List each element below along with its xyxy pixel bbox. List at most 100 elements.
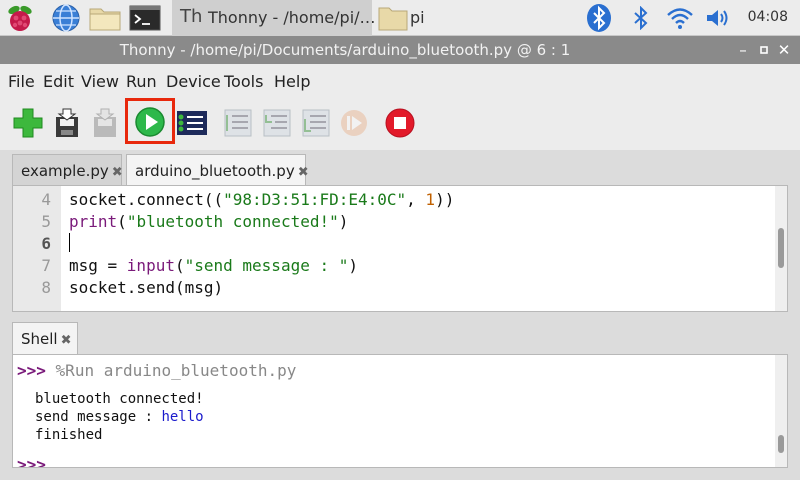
- tab-arduino-bluetooth-py[interactable]: arduino_bluetooth.py ✖: [126, 154, 309, 185]
- step-into-button[interactable]: [258, 104, 296, 142]
- code-token: ,: [406, 190, 426, 209]
- scrollbar-thumb[interactable]: [778, 228, 784, 268]
- bluetooth-icon[interactable]: [585, 3, 613, 33]
- run-button[interactable]: [125, 98, 175, 144]
- line-number: 8: [41, 278, 51, 297]
- step-into-icon: [263, 109, 291, 137]
- taskbar-item-pi[interactable]: pi: [374, 0, 574, 36]
- code-token: ): [348, 256, 359, 275]
- menu-help[interactable]: Help: [274, 72, 310, 91]
- code-builtin: input: [126, 256, 175, 275]
- new-file-button[interactable]: [9, 104, 47, 142]
- maximize-icon[interactable]: [754, 40, 774, 60]
- line-number-gutter: 4 5 6 7 8: [13, 186, 61, 311]
- window-title: Thonny - /home/pi/Documents/arduino_blue…: [119, 41, 571, 59]
- code-token: socket.send(msg): [69, 278, 224, 297]
- shell-run-line: >>> %Run arduino_bluetooth.py: [17, 361, 296, 380]
- code-token: msg =: [69, 256, 127, 275]
- shell-next-prompt[interactable]: >>>: [17, 455, 46, 467]
- code-string: "send message : ": [184, 256, 349, 275]
- code-line: print("bluetooth connected!"): [69, 212, 348, 231]
- menu-file[interactable]: File: [8, 72, 35, 91]
- volume-icon[interactable]: [704, 6, 732, 30]
- shell-run-command: %Run arduino_bluetooth.py: [55, 361, 297, 380]
- shell-output-line: send message : hello: [35, 409, 204, 425]
- shell-output-text: send message :: [35, 409, 162, 425]
- wifi-icon[interactable]: [666, 6, 694, 30]
- scrollbar-thumb[interactable]: [778, 435, 784, 453]
- thonny-app-icon: Th: [180, 6, 203, 27]
- toolbar: [0, 98, 800, 150]
- save-as-button[interactable]: [86, 104, 124, 142]
- window-title-bar[interactable]: Thonny - /home/pi/Documents/arduino_blue…: [0, 36, 800, 64]
- tab-label: arduino_bluetooth.py: [135, 162, 295, 180]
- terminal-icon[interactable]: [128, 2, 162, 34]
- tab-close-icon[interactable]: ✖: [112, 165, 123, 180]
- code-editor[interactable]: 4 5 6 7 8 socket.connect(("98:D3:51:FD:E…: [12, 185, 788, 312]
- editor-scrollbar[interactable]: [775, 186, 787, 311]
- shell-user-input: hello: [161, 409, 204, 425]
- tab-label: Shell: [21, 330, 58, 348]
- menu-tools[interactable]: Tools: [224, 72, 263, 91]
- new-icon: [13, 108, 43, 138]
- menu-edit[interactable]: Edit: [43, 72, 74, 91]
- clock[interactable]: 04:08: [748, 9, 788, 25]
- stop-icon: [385, 108, 415, 138]
- step-over-icon: [224, 109, 252, 137]
- step-out-icon: [302, 109, 330, 137]
- shell-prompt: >>>: [17, 361, 46, 380]
- shell-scrollbar[interactable]: [775, 355, 787, 467]
- code-line: socket.send(msg): [69, 278, 223, 297]
- save-icon: [56, 108, 78, 137]
- code-line: socket.connect(("98:D3:51:FD:E4:0C", 1)): [69, 190, 454, 209]
- line-number: 7: [41, 256, 51, 275]
- tab-close-icon[interactable]: ✖: [61, 333, 72, 348]
- taskbar-item-label: pi: [410, 8, 425, 27]
- code-token: (: [117, 212, 127, 231]
- code-token: )): [435, 190, 455, 209]
- debug-icon: [177, 111, 207, 135]
- step-out-button[interactable]: [297, 104, 335, 142]
- menu-run[interactable]: Run: [126, 72, 157, 91]
- line-number-current: 6: [41, 234, 51, 253]
- web-browser-icon[interactable]: [50, 2, 82, 34]
- menu-device[interactable]: Device: [166, 72, 221, 91]
- stop-button[interactable]: [381, 104, 419, 142]
- code-line: msg = input("send message : "): [69, 256, 358, 275]
- tab-example-py[interactable]: example.py ✖: [12, 154, 123, 185]
- tab-shell[interactable]: Shell ✖: [12, 322, 78, 354]
- code-number: 1: [425, 190, 436, 209]
- code-string: "98:D3:51:FD:E4:0C": [223, 190, 407, 209]
- resume-icon: [341, 110, 367, 136]
- code-token: ): [338, 212, 349, 231]
- shell-console[interactable]: >>> %Run arduino_bluetooth.py bluetooth …: [12, 354, 788, 468]
- code-token: (: [174, 256, 185, 275]
- run-icon: [135, 107, 165, 137]
- code-string: "bluetooth connected!": [126, 212, 339, 231]
- bluetooth-status-icon[interactable]: [632, 6, 650, 30]
- shell-output-line: bluetooth connected!: [35, 391, 204, 407]
- menu-bar: File Edit View Run Device Tools Help: [0, 64, 800, 98]
- folder-icon: [378, 7, 408, 31]
- resume-button[interactable]: [335, 104, 373, 142]
- line-number: 4: [41, 190, 51, 209]
- save-as-icon: [94, 108, 116, 137]
- taskbar-item-label: Thonny - /home/pi/…: [208, 8, 376, 27]
- file-manager-icon[interactable]: [88, 2, 122, 34]
- shell-output-line: finished: [35, 427, 103, 443]
- tab-label: example.py: [21, 162, 109, 180]
- step-over-button[interactable]: [219, 104, 257, 142]
- top-panel: Th Thonny - /home/pi/… pi 04:08: [0, 0, 800, 36]
- save-button[interactable]: [48, 104, 86, 142]
- raspberry-menu-icon[interactable]: [4, 2, 36, 34]
- debug-button[interactable]: [172, 104, 210, 142]
- text-cursor: [69, 233, 70, 252]
- close-icon[interactable]: ✕: [774, 40, 794, 60]
- code-builtin: print: [69, 212, 118, 231]
- tab-close-icon[interactable]: ✖: [298, 165, 309, 180]
- menu-view[interactable]: View: [81, 72, 119, 91]
- minimize-icon[interactable]: –: [733, 40, 753, 60]
- taskbar-item-thonny[interactable]: Th Thonny - /home/pi/…: [172, 0, 376, 36]
- editor-tab-bar: example.py ✖ arduino_bluetooth.py ✖: [12, 154, 788, 186]
- line-number: 5: [41, 212, 51, 231]
